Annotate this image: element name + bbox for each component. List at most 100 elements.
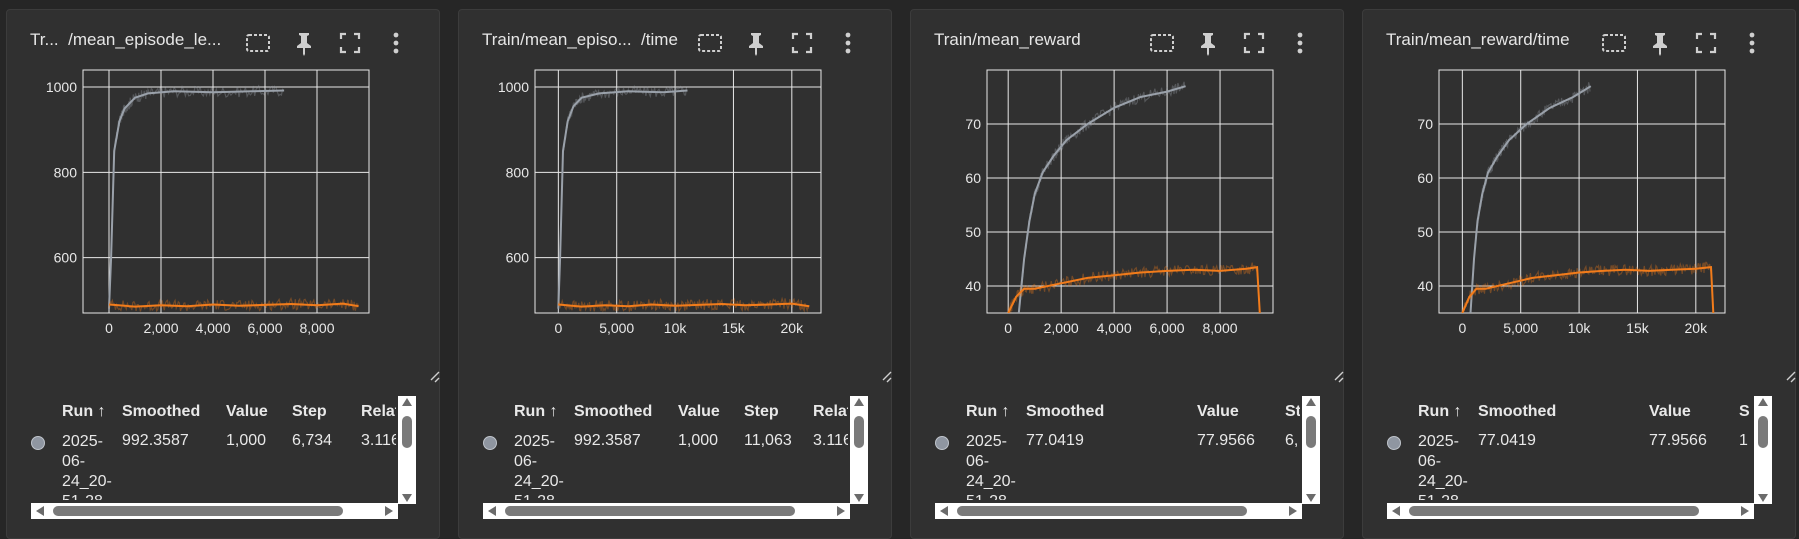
pin-icon[interactable]: [741, 28, 771, 58]
run-color-swatch[interactable]: [935, 436, 949, 450]
fullscreen-icon[interactable]: [1691, 28, 1721, 58]
x-tick-label: 4,000: [1097, 320, 1132, 336]
pin-icon[interactable]: [1645, 28, 1675, 58]
fit-domain-icon[interactable]: [1147, 28, 1177, 58]
fullscreen-icon[interactable]: [787, 28, 817, 58]
header-relative[interactable]: Relat: [361, 403, 396, 421]
scroll-up-icon[interactable]: [854, 398, 864, 406]
more-vert-icon[interactable]: [1285, 28, 1315, 58]
header-smoothed[interactable]: Smoothed: [574, 403, 652, 421]
y-tick-label: 800: [506, 164, 530, 180]
series-smoothed-line[interactable]: [557, 89, 688, 309]
scroll-right-icon[interactable]: [385, 506, 393, 516]
header-step[interactable]: Step: [744, 403, 779, 421]
chart-svg[interactable]: 0 5,000 10k 15k 20k 40 50 60 70: [1363, 68, 1797, 390]
card-title: Train/mean_reward: [934, 30, 1081, 49]
horizontal-scrollbar[interactable]: [483, 503, 850, 519]
resize-grip-icon[interactable]: [882, 371, 892, 383]
header-smoothed[interactable]: Smoothed: [1478, 403, 1556, 421]
scroll-up-icon[interactable]: [1306, 398, 1316, 406]
scroll-down-icon[interactable]: [854, 494, 864, 502]
header-step[interactable]: St: [1285, 403, 1300, 421]
plot-border: [534, 69, 822, 314]
step-value: 6,: [1285, 432, 1299, 449]
header-run[interactable]: Run ↑: [62, 403, 106, 421]
horizontal-scrollbar[interactable]: [1387, 503, 1754, 519]
header-value[interactable]: Value: [1649, 403, 1691, 421]
pin-icon[interactable]: [1193, 28, 1223, 58]
step-value: 1: [1739, 432, 1748, 449]
fit-domain-icon[interactable]: [695, 28, 725, 58]
scroll-thumb[interactable]: [1758, 416, 1768, 448]
x-tick-label: 8,000: [299, 320, 334, 336]
horizontal-scrollbar[interactable]: [31, 503, 398, 519]
fullscreen-icon[interactable]: [1239, 28, 1269, 58]
more-vert-icon[interactable]: [381, 28, 411, 58]
scroll-thumb[interactable]: [957, 506, 1247, 516]
line-chart[interactable]: 0 2,000 4,000 6,000 8,000 600 800 1000: [7, 68, 441, 390]
header-step[interactable]: Step: [292, 403, 327, 421]
scroll-up-icon[interactable]: [1758, 398, 1768, 406]
header-run[interactable]: Run ↑: [1418, 403, 1462, 421]
chart-svg[interactable]: 0 5,000 10k 15k 20k 600 800 1000: [459, 68, 893, 390]
scroll-thumb[interactable]: [1306, 416, 1316, 448]
vertical-scrollbar[interactable]: [850, 396, 868, 504]
step-value: 6,734: [292, 432, 333, 449]
scroll-down-icon[interactable]: [1306, 494, 1316, 502]
scroll-up-icon[interactable]: [402, 398, 412, 406]
header-run[interactable]: Run ↑: [966, 403, 1010, 421]
vertical-scrollbar[interactable]: [1754, 396, 1772, 504]
series-smoothed-line[interactable]: [1007, 265, 1261, 313]
scroll-right-icon[interactable]: [1289, 506, 1297, 516]
header-value[interactable]: Value: [226, 403, 268, 421]
chart-svg[interactable]: 0 2,000 4,000 6,000 8,000 600 800 1000: [7, 68, 441, 390]
header-relative[interactable]: Relat: [813, 403, 848, 421]
scroll-down-icon[interactable]: [1758, 494, 1768, 502]
line-chart[interactable]: 0 5,000 10k 15k 20k 600 800 1000: [459, 68, 893, 390]
x-tick-label: 6,000: [247, 320, 282, 336]
scroll-thumb[interactable]: [1409, 506, 1699, 516]
line-chart[interactable]: 0 5,000 10k 15k 20k 40 50 60 70: [1363, 68, 1797, 390]
resize-grip-icon[interactable]: [1334, 371, 1344, 383]
scroll-left-icon[interactable]: [488, 506, 496, 516]
more-vert-icon[interactable]: [833, 28, 863, 58]
scroll-right-icon[interactable]: [1741, 506, 1749, 516]
card-header: Train/mean_reward: [911, 10, 1343, 68]
vertical-scrollbar[interactable]: [1302, 396, 1320, 504]
pin-icon[interactable]: [289, 28, 319, 58]
header-value[interactable]: Value: [1197, 403, 1239, 421]
x-tick-label: 5,000: [1503, 320, 1538, 336]
scroll-right-icon[interactable]: [837, 506, 845, 516]
horizontal-scrollbar[interactable]: [935, 503, 1302, 519]
scroll-down-icon[interactable]: [402, 494, 412, 502]
run-color-swatch[interactable]: [31, 436, 45, 450]
scroll-left-icon[interactable]: [940, 506, 948, 516]
scroll-left-icon[interactable]: [1392, 506, 1400, 516]
line-chart[interactable]: 0 2,000 4,000 6,000 8,000 40 50 60 70: [911, 68, 1345, 390]
resize-grip-icon[interactable]: [430, 371, 440, 383]
chart-svg[interactable]: 0 2,000 4,000 6,000 8,000 40 50 60 70: [911, 68, 1345, 390]
run-color-swatch[interactable]: [1387, 436, 1401, 450]
header-step[interactable]: S: [1739, 403, 1750, 421]
scalar-card-3: Train/mean_reward/time 0 5,000 10k 15k 20k 40…: [1362, 9, 1796, 539]
fullscreen-icon[interactable]: [335, 28, 365, 58]
scroll-thumb[interactable]: [402, 416, 412, 448]
run-name: 2025- 06- 24_20- 51-28: [514, 433, 564, 500]
x-tick-label: 20k: [1685, 320, 1709, 336]
header-smoothed[interactable]: Smoothed: [122, 403, 200, 421]
fit-domain-icon[interactable]: [243, 28, 273, 58]
scalar-card-2: Train/mean_reward 0 2,000 4,000 6,000 8,000 4…: [910, 9, 1344, 539]
header-value[interactable]: Value: [678, 403, 720, 421]
vertical-scrollbar[interactable]: [398, 396, 416, 504]
fit-domain-icon[interactable]: [1599, 28, 1629, 58]
scroll-left-icon[interactable]: [36, 506, 44, 516]
scroll-thumb[interactable]: [53, 506, 343, 516]
resize-grip-icon[interactable]: [1786, 371, 1796, 383]
more-vert-icon[interactable]: [1737, 28, 1767, 58]
header-smoothed[interactable]: Smoothed: [1026, 403, 1104, 421]
run-color-swatch[interactable]: [483, 436, 497, 450]
header-run[interactable]: Run ↑: [514, 403, 558, 421]
scroll-thumb[interactable]: [505, 506, 795, 516]
series-smoothed-line[interactable]: [108, 89, 285, 309]
scroll-thumb[interactable]: [854, 416, 864, 448]
